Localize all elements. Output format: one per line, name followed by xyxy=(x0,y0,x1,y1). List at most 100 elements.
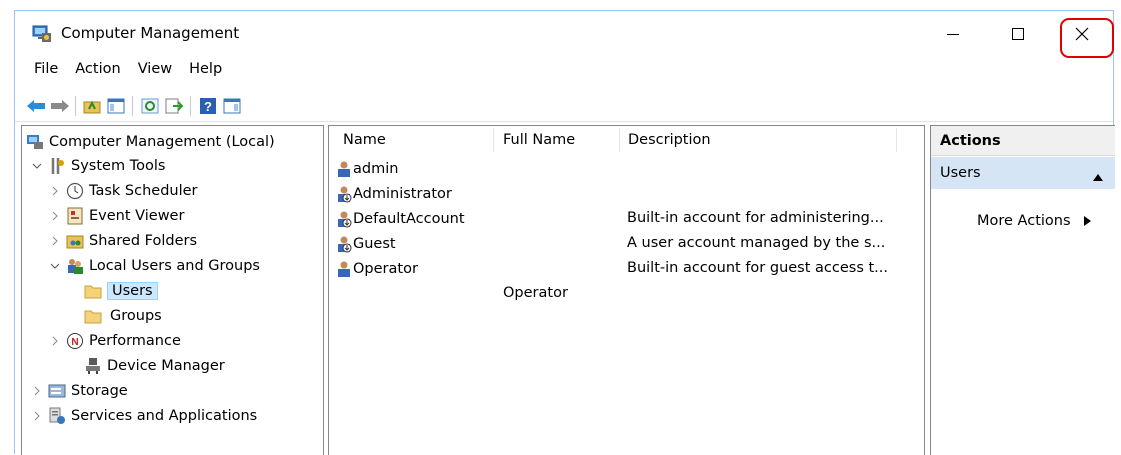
forward-arrow-icon[interactable] xyxy=(49,95,71,117)
tree-label-performance: Performance xyxy=(89,333,181,349)
list-row[interactable]: admin xyxy=(335,157,398,181)
computer-management-window: Computer Management File Action View Hel… xyxy=(14,10,1115,455)
show-hide-tree-icon[interactable] xyxy=(105,95,127,117)
users-group-icon xyxy=(66,257,84,275)
chevron-right-icon[interactable] xyxy=(30,384,44,398)
chevron-right-icon[interactable] xyxy=(48,234,62,248)
disabled-user-icon xyxy=(335,210,353,228)
computer-management-icon xyxy=(32,25,52,43)
back-arrow-icon[interactable] xyxy=(25,95,47,117)
up-folder-icon[interactable] xyxy=(81,95,103,117)
tree-item-performance[interactable]: N Performance xyxy=(48,329,181,353)
chevron-right-icon[interactable] xyxy=(48,334,62,348)
tree-label-task-scheduler: Task Scheduler xyxy=(89,183,198,199)
tree-item-groups[interactable]: Groups xyxy=(84,304,162,328)
maximize-button[interactable] xyxy=(995,11,1041,57)
actions-section-users[interactable]: Users xyxy=(931,157,1115,189)
svg-text:?: ? xyxy=(204,99,212,114)
refresh-icon[interactable] xyxy=(139,95,161,117)
folder-icon xyxy=(84,307,102,325)
tree-label-device-manager: Device Manager xyxy=(107,358,225,374)
actions-header: Actions xyxy=(931,126,1115,156)
user-icon xyxy=(335,160,353,178)
column-header-description[interactable]: Description xyxy=(628,126,711,154)
close-button-highlight xyxy=(1060,18,1114,58)
menu-bar: File Action View Help xyxy=(15,59,1113,83)
disabled-user-icon xyxy=(335,185,353,203)
submenu-arrow-icon xyxy=(1083,216,1091,226)
chevron-right-icon[interactable] xyxy=(48,184,62,198)
console-tree: Computer Management (Local) System Tools… xyxy=(21,125,324,455)
services-icon xyxy=(48,407,66,425)
clock-icon xyxy=(66,182,84,200)
list-cell-name: Administrator xyxy=(353,186,452,202)
column-divider[interactable] xyxy=(896,128,897,152)
more-actions-label: More Actions xyxy=(977,213,1071,229)
performance-icon: N xyxy=(66,332,84,350)
tree-label-services-apps: Services and Applications xyxy=(71,408,258,424)
disabled-user-icon xyxy=(335,235,353,253)
list-cell-description: Built-in account for administering... xyxy=(627,210,884,226)
list-row[interactable]: Operator xyxy=(335,257,418,281)
tree-item-shared-folders[interactable]: Shared Folders xyxy=(48,229,197,253)
export-list-icon[interactable] xyxy=(163,95,185,117)
show-hide-action-pane-icon[interactable] xyxy=(221,95,243,117)
tree-item-task-scheduler[interactable]: Task Scheduler xyxy=(48,179,198,203)
menu-action[interactable]: Action xyxy=(68,59,127,83)
tree-label-users: Users xyxy=(107,282,158,300)
title-bar: Computer Management xyxy=(15,11,1114,58)
shared-folder-icon xyxy=(66,232,84,250)
list-cell-full-name: Operator xyxy=(503,285,568,301)
list-cell-name: DefaultAccount xyxy=(353,211,465,227)
tree-item-system-tools[interactable]: System Tools xyxy=(30,154,165,178)
tree-label-system-tools: System Tools xyxy=(71,158,166,174)
toolbar: ? xyxy=(15,91,1113,122)
toolbar-separator xyxy=(190,96,191,116)
list-row[interactable]: Administrator xyxy=(335,182,452,206)
help-icon[interactable]: ? xyxy=(197,95,219,117)
toolbar-separator xyxy=(132,96,133,116)
storage-icon xyxy=(48,382,66,400)
more-actions-item[interactable]: More Actions xyxy=(977,213,1091,229)
device-manager-icon xyxy=(84,357,102,375)
list-cell-name: admin xyxy=(353,161,399,177)
tree-item-services-apps[interactable]: Services and Applications xyxy=(30,404,257,428)
tree-label-event-viewer: Event Viewer xyxy=(89,208,185,224)
menu-file[interactable]: File xyxy=(27,59,65,83)
toolbar-separator xyxy=(75,96,76,116)
column-header-full-name[interactable]: Full Name xyxy=(503,126,575,154)
actions-section-label: Users xyxy=(940,165,981,181)
list-cell-description: Built-in account for guest access t... xyxy=(627,260,889,276)
menu-help[interactable]: Help xyxy=(182,59,229,83)
list-row[interactable]: DefaultAccount xyxy=(335,207,465,231)
tree-item-root[interactable]: Computer Management (Local) xyxy=(26,130,275,154)
system-tools-icon xyxy=(48,157,66,175)
menu-view[interactable]: View xyxy=(131,59,179,83)
list-cell-description: A user account managed by the s... xyxy=(627,235,886,251)
column-divider[interactable] xyxy=(493,128,494,152)
chevron-right-icon[interactable] xyxy=(48,209,62,223)
tree-item-storage[interactable]: Storage xyxy=(30,379,128,403)
tree-label-local-users-groups: Local Users and Groups xyxy=(89,258,260,274)
tree-item-event-viewer[interactable]: Event Viewer xyxy=(48,204,184,228)
collapse-up-icon[interactable] xyxy=(1093,169,1103,185)
chevron-down-icon[interactable] xyxy=(30,159,44,173)
svg-text:N: N xyxy=(71,337,78,348)
folder-icon xyxy=(84,282,102,300)
chevron-right-icon[interactable] xyxy=(30,409,44,423)
users-list-view: Name Full Name Description admin Adminis… xyxy=(328,125,925,455)
event-viewer-icon xyxy=(66,207,84,225)
tree-label-groups: Groups xyxy=(110,308,162,324)
actions-pane: Actions Users More Actions xyxy=(930,125,1115,455)
chevron-down-icon[interactable] xyxy=(48,259,62,273)
tree-item-device-manager[interactable]: Device Manager xyxy=(84,354,225,378)
window-title: Computer Management xyxy=(61,24,240,42)
list-cell-name: Guest xyxy=(353,236,396,252)
tree-item-local-users-groups[interactable]: Local Users and Groups xyxy=(48,254,260,278)
minimize-button[interactable] xyxy=(930,11,976,57)
list-cell-name: Operator xyxy=(353,261,418,277)
column-header-name[interactable]: Name xyxy=(343,126,386,154)
column-divider[interactable] xyxy=(619,128,620,152)
tree-item-users[interactable]: Users xyxy=(84,279,158,303)
list-row[interactable]: Guest xyxy=(335,232,396,256)
